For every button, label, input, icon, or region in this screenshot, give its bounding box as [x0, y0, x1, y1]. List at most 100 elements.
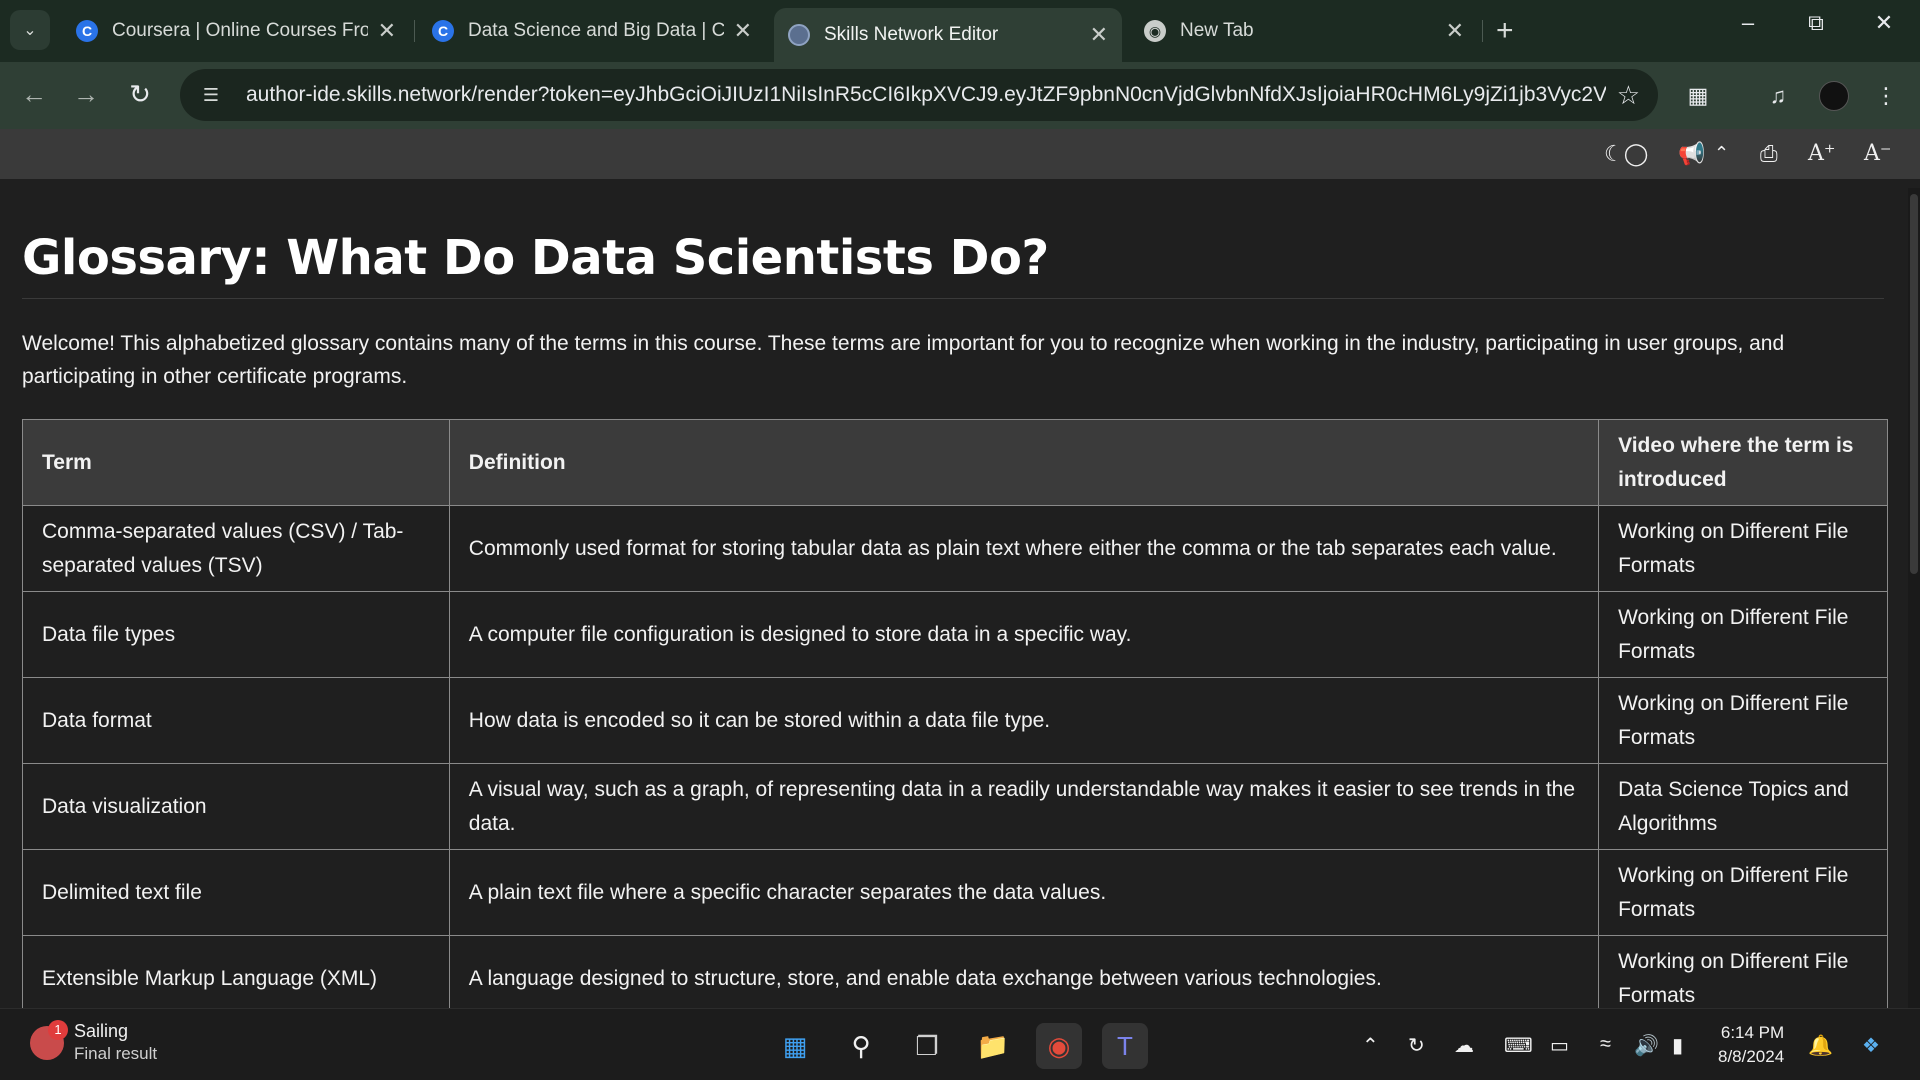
- minimize-button[interactable]: –: [1728, 10, 1768, 36]
- page-content: Glossary: What Do Data Scientists Do? We…: [0, 188, 1906, 1008]
- sync-icon[interactable]: ↻: [1408, 1033, 1425, 1058]
- more-vert-icon: ⋮: [1875, 83, 1897, 108]
- teams-icon: T: [1117, 1030, 1133, 1061]
- close-icon[interactable]: ✕: [734, 18, 752, 44]
- definition-cell: How data is encoded so it can be stored …: [448, 677, 1600, 764]
- chevron-down-icon: ⌄: [23, 22, 37, 39]
- table-row: Delimited text file A plain text file wh…: [22, 849, 1888, 936]
- close-window-button[interactable]: ✕: [1864, 10, 1904, 36]
- restore-button[interactable]: ⧉: [1796, 10, 1836, 36]
- definition-cell: Commonly used format for storing tabular…: [448, 505, 1600, 592]
- close-icon[interactable]: ✕: [1090, 22, 1108, 48]
- keyboard-icon[interactable]: ⌨: [1504, 1033, 1533, 1058]
- table-row: Data format How data is encoded so it ca…: [22, 677, 1888, 764]
- address-bar[interactable]: ☰ author-ide.skills.network/render?token…: [180, 69, 1658, 121]
- close-icon[interactable]: ✕: [1446, 18, 1464, 44]
- video-cell: Working on Different File Formats: [1598, 849, 1888, 936]
- widget-subtitle: Final result: [74, 1044, 158, 1063]
- system-clock[interactable]: 6:14 PM 8/8/2024: [1718, 1021, 1784, 1069]
- table-header-row: Term Definition Video where the term is …: [22, 419, 1888, 506]
- windows-icon: ▦: [782, 1030, 808, 1061]
- table-row: Extensible Markup Language (XML) A langu…: [22, 935, 1888, 1008]
- search-button[interactable]: ⚲: [838, 1023, 884, 1069]
- table-row: Data visualization A visual way, such as…: [22, 763, 1888, 850]
- intro-paragraph: Welcome! This alphabetized glossary cont…: [22, 332, 1785, 388]
- onedrive-icon[interactable]: ☁: [1454, 1033, 1474, 1058]
- new-tab-button[interactable]: +: [1496, 14, 1514, 48]
- folder-icon: 📁: [976, 1030, 1010, 1061]
- skills-network-icon: [788, 24, 810, 46]
- clock-date: 8/8/2024: [1718, 1047, 1785, 1066]
- header-term: Term: [22, 419, 450, 506]
- forward-button[interactable]: →: [66, 74, 106, 114]
- tab-coursera[interactable]: C Coursera | Online Courses From ✕: [62, 8, 410, 54]
- back-button[interactable]: ←: [14, 74, 54, 114]
- definition-cell: A plain text file where a specific chara…: [448, 849, 1600, 936]
- reader-toolbar: ☾◯ 📢 ⌃ ⎙ A⁺ A⁻: [0, 129, 1920, 179]
- glossary-table: Term Definition Video where the term is …: [22, 419, 1888, 1008]
- search-icon: ⚲: [851, 1030, 871, 1061]
- chrome-icon: ◉: [1144, 20, 1166, 42]
- page-scrollbar[interactable]: [1908, 188, 1920, 1008]
- video-cell: Working on Different File Formats: [1598, 935, 1888, 1008]
- chrome-taskbar-button[interactable]: ◉: [1036, 1023, 1082, 1069]
- media-controls-button[interactable]: ♫: [1758, 76, 1798, 116]
- tab-new-tab[interactable]: ◉ New Tab ✕: [1130, 8, 1478, 54]
- tab-skills-network-editor[interactable]: Skills Network Editor ✕: [774, 8, 1122, 62]
- term-cell: Delimited text file: [22, 849, 450, 936]
- volume-icon[interactable]: 🔊: [1634, 1033, 1659, 1058]
- notification-bell-icon[interactable]: 🔔: [1808, 1033, 1833, 1058]
- announcement-icon[interactable]: 📢: [1678, 141, 1705, 167]
- arrow-right-icon: →: [73, 78, 99, 109]
- start-button[interactable]: ▦: [772, 1023, 818, 1069]
- reload-button[interactable]: ↻: [120, 74, 160, 114]
- tab-title: Data Science and Big Data | Co: [468, 20, 724, 41]
- coursera-icon: C: [76, 20, 98, 42]
- site-settings-icon[interactable]: ☰: [194, 85, 228, 106]
- term-cell: Comma-separated values (CSV) / Tab-separ…: [22, 505, 450, 592]
- puzzle-icon: ▦: [1687, 83, 1709, 108]
- term-cell: Extensible Markup Language (XML): [22, 935, 450, 1008]
- table-row: Comma-separated values (CSV) / Tab-separ…: [22, 505, 1888, 592]
- file-explorer-button[interactable]: 📁: [970, 1023, 1016, 1069]
- battery-icon[interactable]: ▮: [1672, 1033, 1683, 1058]
- url-text[interactable]: author-ide.skills.network/render?token=e…: [246, 83, 1606, 107]
- font-larger-button[interactable]: A⁺: [1808, 141, 1836, 166]
- widget-title: Sailing: [74, 1021, 129, 1041]
- collapse-up-icon[interactable]: ⌃: [1714, 143, 1729, 164]
- reload-icon: ↻: [129, 78, 151, 109]
- definition-cell: A language designed to structure, store,…: [448, 935, 1600, 1008]
- video-cell: Working on Different File Formats: [1598, 591, 1888, 678]
- teams-taskbar-button[interactable]: T: [1102, 1023, 1148, 1069]
- notification-badge: 1: [48, 1019, 68, 1040]
- definition-cell: A visual way, such as a graph, of repres…: [448, 763, 1600, 850]
- arrow-left-icon: ←: [21, 78, 47, 109]
- profile-button[interactable]: [1814, 76, 1854, 116]
- tab-search-button[interactable]: ⌄: [10, 10, 50, 50]
- definition-cell: A computer file configuration is designe…: [448, 591, 1600, 678]
- scrollbar-thumb[interactable]: [1910, 194, 1918, 574]
- restore-icon: ⧉: [1808, 10, 1824, 35]
- playlist-icon: ♫: [1769, 83, 1787, 108]
- page-title: Glossary: What Do Data Scientists Do?: [22, 230, 1884, 299]
- print-icon[interactable]: ⎙: [1760, 141, 1778, 167]
- tab-separator: [1482, 20, 1483, 42]
- close-icon[interactable]: ✕: [378, 18, 396, 44]
- copilot-icon[interactable]: ❖: [1862, 1033, 1880, 1058]
- task-view-icon: ❐: [915, 1030, 939, 1061]
- extensions-button[interactable]: ▦: [1678, 76, 1718, 116]
- term-cell: Data format: [22, 677, 450, 764]
- show-hidden-icons-button[interactable]: ⌃: [1362, 1033, 1379, 1058]
- tab-separator: [414, 20, 415, 42]
- wifi-icon[interactable]: ≈: [1600, 1033, 1611, 1056]
- sailing-icon: 1: [30, 1019, 68, 1060]
- dark-mode-toggle-icon[interactable]: ☾◯: [1604, 141, 1648, 167]
- font-smaller-button[interactable]: A⁻: [1864, 141, 1892, 166]
- tablet-icon[interactable]: ▭: [1550, 1033, 1569, 1058]
- browser-menu-button[interactable]: ⋮: [1866, 76, 1906, 116]
- bookmark-star-icon[interactable]: ☆: [1617, 80, 1640, 111]
- task-view-button[interactable]: ❐: [904, 1023, 950, 1069]
- header-definition: Definition: [448, 419, 1600, 506]
- weather-widget[interactable]: 1 Sailing Final result: [30, 1019, 158, 1064]
- tab-data-science[interactable]: C Data Science and Big Data | Co ✕: [418, 8, 766, 54]
